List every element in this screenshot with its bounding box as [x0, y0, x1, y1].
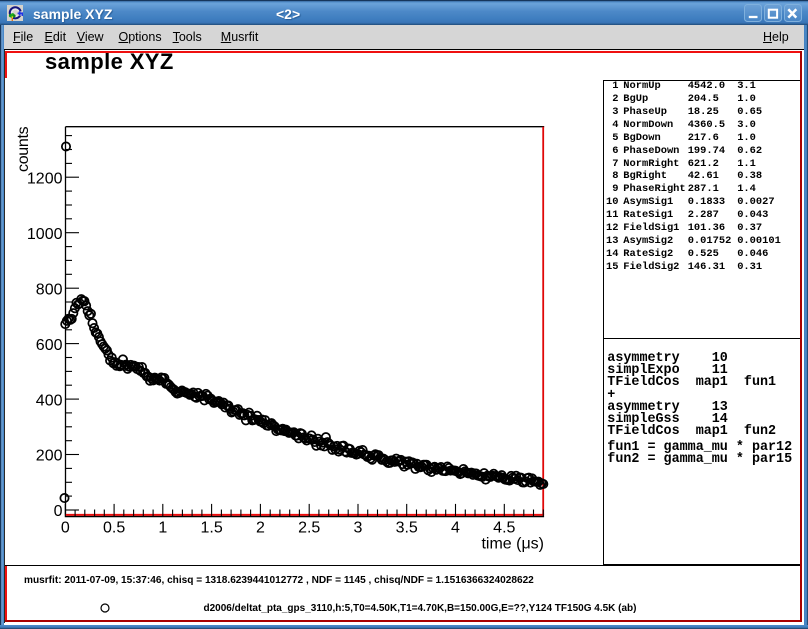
- svg-text:1200: 1200: [27, 170, 63, 187]
- svg-text:2.5: 2.5: [298, 519, 320, 536]
- svg-text:counts: counts: [15, 126, 32, 172]
- svg-text:2: 2: [256, 519, 265, 536]
- svg-text:800: 800: [36, 281, 63, 298]
- svg-text:4: 4: [451, 519, 460, 536]
- svg-text:0: 0: [54, 503, 63, 520]
- svg-text:400: 400: [36, 392, 63, 409]
- svg-text:3: 3: [353, 519, 362, 536]
- svg-text:600: 600: [36, 337, 63, 354]
- svg-text:time (μs): time (μs): [481, 536, 544, 553]
- svg-text:1000: 1000: [27, 226, 63, 243]
- svg-text:200: 200: [36, 448, 63, 465]
- svg-text:0.5: 0.5: [103, 519, 125, 536]
- svg-text:3.5: 3.5: [396, 519, 418, 536]
- svg-text:4.5: 4.5: [493, 519, 515, 536]
- svg-text:1.5: 1.5: [200, 519, 222, 536]
- svg-text:1: 1: [158, 519, 167, 536]
- svg-text:0: 0: [61, 519, 70, 536]
